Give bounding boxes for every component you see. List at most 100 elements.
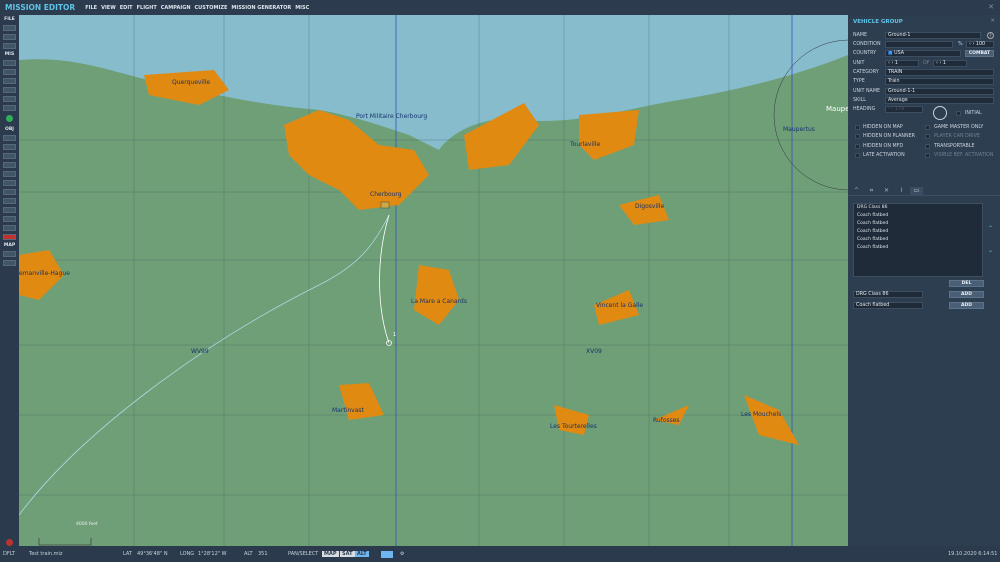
aircraft-group-button[interactable] bbox=[3, 68, 16, 75]
fog-button[interactable] bbox=[3, 188, 16, 195]
menu-bar: MISSION EDITOR FILE VIEW EDIT FLIGHT CAM… bbox=[0, 0, 1000, 15]
unit-value: 1 bbox=[894, 61, 898, 66]
map-view-button[interactable]: MAP bbox=[322, 551, 339, 557]
menu-misc[interactable]: MISC bbox=[295, 5, 309, 11]
settings-icon[interactable]: ⚙ bbox=[400, 551, 404, 557]
new-file-button[interactable] bbox=[3, 24, 16, 31]
alt-view-button[interactable]: ALT bbox=[355, 551, 369, 557]
datetime: 19.10.2020 6:14:51 bbox=[948, 551, 998, 557]
map-key-button[interactable] bbox=[3, 250, 16, 257]
helicopter-group-button[interactable] bbox=[3, 77, 16, 84]
wagon-list[interactable]: DRG Class 86 Coach flatbed Coach flatbed… bbox=[853, 203, 983, 277]
late-activation-checkbox[interactable] bbox=[855, 153, 860, 158]
hidden-on-mfd-checkbox[interactable] bbox=[855, 144, 860, 149]
skill-select[interactable]: Average bbox=[885, 97, 994, 104]
player-can-drive-checkbox[interactable] bbox=[925, 134, 930, 139]
transportable-checkbox[interactable] bbox=[925, 144, 930, 149]
route-tab-icon[interactable]: ^ bbox=[850, 187, 863, 196]
targets-tab-icon[interactable]: ⌗ bbox=[865, 187, 878, 196]
ship-button[interactable] bbox=[3, 152, 16, 159]
train-tab-icon[interactable]: ▭ bbox=[910, 187, 923, 196]
zone-button[interactable] bbox=[3, 86, 16, 93]
unit-stepper[interactable]: ‹ › 1 bbox=[885, 60, 919, 67]
save-file-button[interactable] bbox=[3, 42, 16, 49]
long-value: 1°28'12" W bbox=[198, 551, 227, 557]
list-item[interactable]: Coach flatbed bbox=[854, 228, 982, 236]
visible-before-activation-checkbox[interactable] bbox=[925, 153, 930, 158]
map-canvas[interactable]: Querqueville Port Militaire Cherbourg Ch… bbox=[19, 15, 848, 546]
template-button[interactable] bbox=[3, 215, 16, 222]
percent-label: % bbox=[958, 42, 963, 47]
map-label: Les Tourterelles bbox=[550, 423, 597, 430]
menu-file[interactable]: FILE bbox=[85, 5, 97, 11]
globe-icon[interactable] bbox=[6, 115, 13, 122]
add-button[interactable]: ADD bbox=[949, 302, 984, 309]
delete-button[interactable] bbox=[3, 233, 16, 240]
menu-view[interactable]: VIEW bbox=[101, 5, 116, 11]
payload-tab-icon[interactable]: ✕ bbox=[880, 187, 893, 196]
summary-tab-icon[interactable]: I bbox=[895, 187, 908, 196]
wagon-select-2[interactable]: Coach flatbed bbox=[853, 302, 923, 309]
condition-stepper[interactable]: ‹ › 100 bbox=[966, 41, 994, 48]
list-item[interactable]: Coach flatbed bbox=[854, 212, 982, 220]
move-down-icon[interactable]: ⌄ bbox=[988, 247, 993, 254]
name-input[interactable]: Ground-1 bbox=[885, 32, 981, 39]
helicopter-button[interactable] bbox=[3, 143, 16, 150]
ruler-button[interactable] bbox=[3, 259, 16, 266]
sat-view-button[interactable]: SAT bbox=[340, 551, 355, 557]
menu-mission-generator[interactable]: MISSION GENERATOR bbox=[231, 5, 291, 11]
map-layer-icon[interactable] bbox=[381, 551, 393, 558]
smoke-button[interactable] bbox=[3, 197, 16, 204]
record-icon[interactable] bbox=[6, 539, 13, 546]
heading-stepper[interactable]: ‹ › 179 bbox=[885, 106, 923, 113]
heading-dial[interactable] bbox=[933, 106, 947, 120]
add-button[interactable]: ADD bbox=[949, 291, 984, 298]
scale-label: 4000 feet bbox=[76, 522, 98, 527]
briefing-button[interactable] bbox=[3, 59, 16, 66]
menu-flight[interactable]: FLIGHT bbox=[137, 5, 157, 11]
hidden-on-planner-checkbox[interactable] bbox=[855, 134, 860, 139]
close-icon[interactable]: ✕ bbox=[990, 18, 995, 24]
list-item[interactable]: Coach flatbed bbox=[854, 236, 982, 244]
menu-customize[interactable]: CUSTOMIZE bbox=[195, 5, 228, 11]
train-button[interactable] bbox=[3, 170, 16, 177]
menu-edit[interactable]: EDIT bbox=[120, 5, 133, 11]
type-select[interactable]: Train bbox=[885, 78, 994, 85]
menu-campaign[interactable]: CAMPAIGN bbox=[161, 5, 191, 11]
unit-total-value: 1 bbox=[942, 61, 946, 66]
map-label: Vincent la Galle bbox=[596, 302, 644, 309]
wagon-select-1[interactable]: DRG Class 86 bbox=[853, 291, 923, 298]
initial-checkbox[interactable] bbox=[956, 111, 961, 116]
shapes-button[interactable] bbox=[3, 224, 16, 231]
checkbox-label: GAME MASTER ONLY bbox=[934, 125, 984, 130]
game-master-only-checkbox[interactable] bbox=[925, 125, 930, 130]
list-item[interactable]: Coach flatbed bbox=[854, 220, 982, 228]
move-up-icon[interactable]: ⌃ bbox=[988, 225, 993, 232]
unit-total-stepper[interactable]: ‹ › 1 bbox=[933, 60, 967, 67]
map-label: emanville-Hague bbox=[19, 270, 70, 277]
profile-select[interactable]: DFLT bbox=[3, 551, 15, 557]
del-button[interactable]: DEL bbox=[949, 280, 984, 287]
static-button[interactable] bbox=[3, 95, 16, 102]
list-item[interactable]: Coach flatbed bbox=[854, 244, 982, 252]
airfield-button[interactable] bbox=[3, 206, 16, 213]
vehicle-button[interactable] bbox=[3, 161, 16, 168]
unit-name-input[interactable]: Ground-1-1 bbox=[885, 88, 994, 95]
category-select[interactable]: TRAIN bbox=[885, 69, 994, 76]
static-object-button[interactable] bbox=[3, 179, 16, 186]
trigger-button[interactable] bbox=[3, 104, 16, 111]
hidden-on-map-checkbox[interactable] bbox=[855, 125, 860, 130]
train-unit-icon bbox=[380, 201, 390, 209]
combat-button[interactable]: COMBAT bbox=[965, 50, 994, 57]
country-select[interactable]: ■ USA bbox=[885, 50, 961, 57]
plane-button[interactable] bbox=[3, 134, 16, 141]
open-file-button[interactable] bbox=[3, 33, 16, 40]
checkbox-label: HIDDEN ON PLANNER bbox=[863, 134, 915, 139]
list-item[interactable]: DRG Class 86 bbox=[854, 204, 982, 212]
close-icon[interactable]: ✕ bbox=[988, 3, 994, 11]
category-label: CATEGORY bbox=[853, 70, 879, 75]
condition-slider[interactable] bbox=[885, 41, 953, 48]
help-icon[interactable]: ? bbox=[987, 32, 994, 39]
map-label: Port Militaire Cherbourg bbox=[356, 113, 428, 120]
type-label: TYPE bbox=[853, 79, 865, 84]
